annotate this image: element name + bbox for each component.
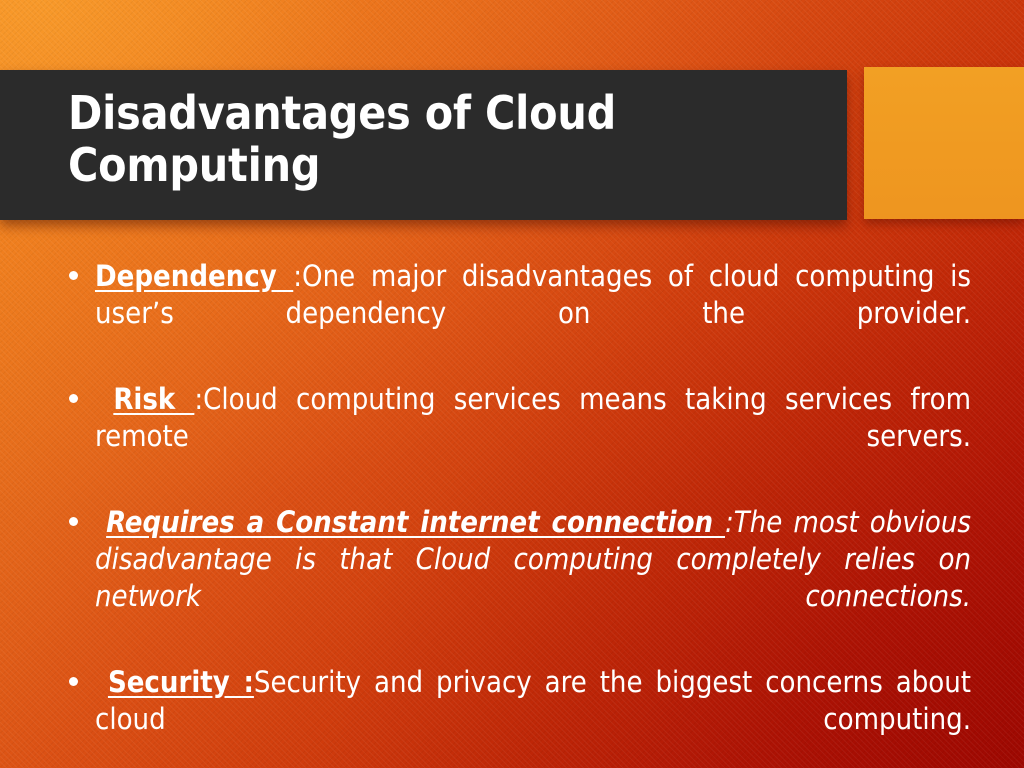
bullet-list: Dependency :One major disadvantages of c… — [0, 258, 1024, 768]
bullet-item-risk: Risk :Cloud computing services means tak… — [0, 381, 1024, 492]
bullet-lead-space — [95, 505, 106, 539]
bullet-lead-label: Security : — [107, 665, 254, 699]
bullet-text: Risk :Cloud computing services means tak… — [95, 381, 971, 492]
title-banner: Disadvantages of Cloud Computing — [0, 70, 847, 220]
bullet-lead-label: Requires a Constant internet connection — [106, 505, 725, 539]
bullet-dot-icon — [69, 517, 78, 526]
bullet-lead-label: Risk — [113, 382, 195, 416]
bullet-separator: : — [194, 382, 204, 416]
bullet-body-text: Cloud computing services means taking se… — [95, 382, 971, 453]
bullet-dot-icon — [69, 394, 78, 403]
bullet-text: Dependency :One major disadvantages of c… — [95, 258, 971, 369]
bullet-lead-space — [95, 382, 113, 416]
bullet-lead-label: Dependency — [95, 259, 294, 293]
bullet-lead-space — [95, 665, 108, 699]
accent-rectangle — [864, 67, 1024, 219]
slide-canvas: Disadvantages of Cloud Computing Depende… — [0, 0, 1024, 768]
bullet-separator: : — [725, 505, 734, 539]
slide-title: Disadvantages of Cloud Computing — [68, 86, 617, 192]
bullet-item-internet-connection: Requires a Constant internet connection … — [0, 504, 1024, 652]
bullet-item-security: Security :Security and privacy are the b… — [0, 664, 1024, 768]
bullet-dot-icon — [69, 271, 78, 280]
bullet-text: Requires a Constant internet connection … — [95, 504, 971, 652]
bullet-separator: : — [293, 259, 303, 293]
bullet-text: Security :Security and privacy are the b… — [95, 664, 971, 768]
bullet-dot-icon — [69, 677, 78, 686]
bullet-item-dependency: Dependency :One major disadvantages of c… — [0, 258, 1024, 369]
